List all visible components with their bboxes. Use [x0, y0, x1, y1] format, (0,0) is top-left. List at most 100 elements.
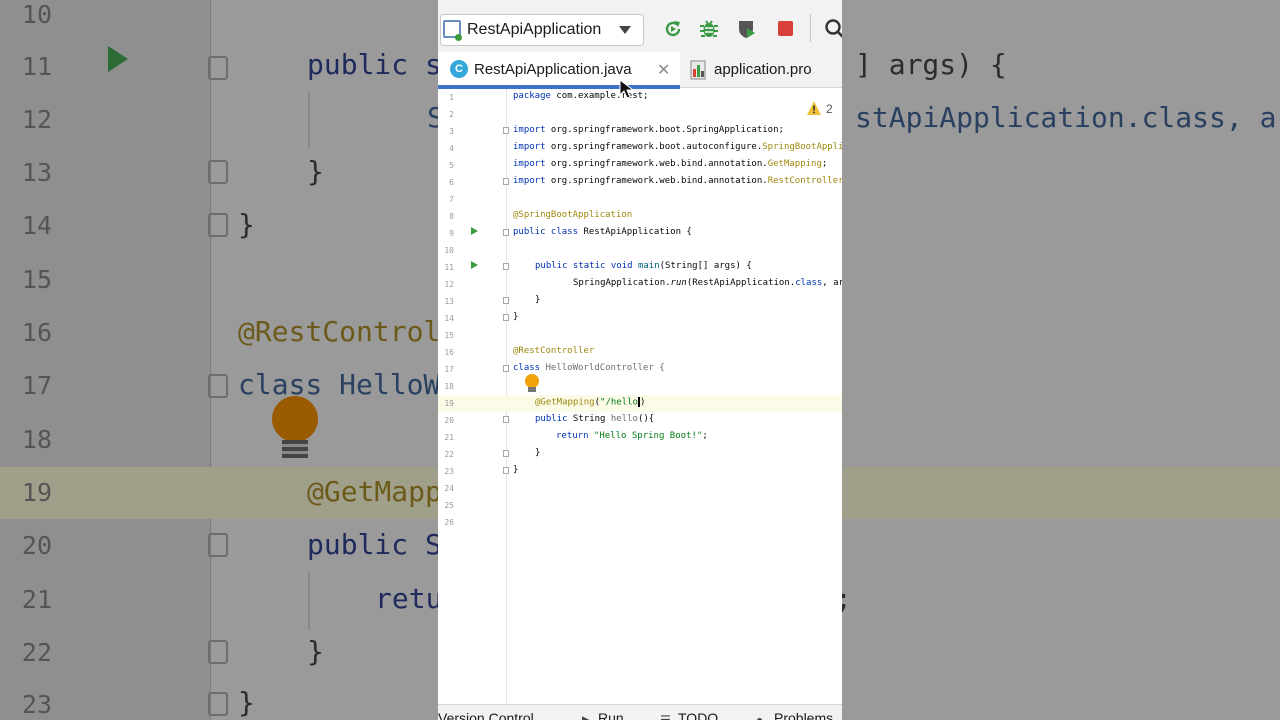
- code-text: import org.springframework.boot.SpringAp…: [513, 125, 784, 135]
- tab-application-properties[interactable]: application.pro: [686, 52, 842, 88]
- bg-line-number: 11: [21, 52, 52, 81]
- code-text: }: [513, 465, 519, 475]
- bg-line-number: 15: [21, 265, 52, 294]
- line-number: 12: [444, 280, 454, 289]
- code-text: }: [535, 295, 541, 305]
- problems-tab[interactable]: Problems: [774, 710, 833, 720]
- fold-marker-icon: [208, 374, 228, 398]
- java-class-icon: C: [450, 60, 468, 78]
- bg-line-number: 18: [21, 425, 52, 454]
- code-text: class HelloWorldController {: [513, 363, 665, 373]
- bg-code-line: retu: [375, 582, 443, 615]
- run-tab[interactable]: Run: [598, 710, 624, 720]
- run-configuration-label: RestApiApplication: [467, 21, 602, 38]
- code-text: @SpringBootApplication: [513, 210, 633, 220]
- bg-line-number: 23: [21, 690, 52, 719]
- run-gutter-icon[interactable]: [471, 261, 478, 269]
- fold-marker-icon[interactable]: [503, 127, 509, 134]
- version-control-tab[interactable]: Version Control: [438, 710, 534, 720]
- code-line: 9 public class RestApiApplication {: [438, 225, 842, 242]
- run-gutter-icon[interactable]: [471, 227, 478, 235]
- bg-line-number: 10: [21, 0, 52, 29]
- fold-marker-icon[interactable]: [503, 467, 509, 474]
- tab-label: application.pro: [714, 61, 812, 78]
- line-number: 24: [444, 484, 454, 493]
- code-line: 25: [438, 497, 842, 514]
- fold-marker-icon[interactable]: [503, 314, 509, 321]
- fold-marker-icon[interactable]: [503, 263, 509, 270]
- line-number: 23: [444, 467, 454, 476]
- fold-marker-icon[interactable]: [503, 297, 509, 304]
- bg-code-line: class HelloW: [238, 368, 441, 401]
- line-number: 10: [444, 246, 454, 255]
- line-number: 3: [449, 127, 454, 136]
- properties-file-icon: [690, 60, 706, 80]
- line-number: 5: [449, 161, 454, 170]
- fold-marker-icon[interactable]: [503, 365, 509, 372]
- lightbulb-icon[interactable]: [525, 374, 539, 388]
- mouse-pointer-icon: [619, 79, 635, 99]
- fold-marker-icon: [208, 692, 228, 716]
- fold-marker-icon: [208, 56, 228, 80]
- code-line: 5 import org.springframework.web.bind.ann…: [438, 157, 842, 174]
- bg-line-number: 16: [21, 318, 52, 347]
- line-number: 14: [444, 314, 454, 323]
- code-line: 8 @SpringBootApplication: [438, 208, 842, 225]
- bg-line-number: 20: [21, 531, 52, 560]
- fold-marker-icon: [208, 533, 228, 557]
- run-configuration-select[interactable]: RestApiApplication: [440, 14, 644, 46]
- close-icon[interactable]: ✕: [657, 60, 670, 80]
- tab-restapiapplication-java[interactable]: C RestApiApplication.java ✕: [438, 52, 680, 89]
- code-line: 2: [438, 106, 842, 123]
- code-text: import org.springframework.boot.autoconf…: [513, 142, 842, 152]
- code-text: }: [535, 448, 541, 458]
- fold-marker-icon[interactable]: [503, 178, 509, 185]
- line-number: 8: [449, 212, 454, 221]
- code-line: 26: [438, 514, 842, 531]
- code-text: return "Hello Spring Boot!";: [556, 431, 708, 441]
- code-line: 24: [438, 480, 842, 497]
- bg-line-number: 21: [21, 585, 52, 614]
- lightbulb-base: [282, 440, 308, 458]
- lightbulb-base: [528, 387, 536, 392]
- warning-icon[interactable]: [806, 100, 822, 116]
- bg-gutter-divider: [210, 0, 211, 720]
- rerun-icon[interactable]: [662, 18, 684, 40]
- code-line: 15: [438, 327, 842, 344]
- code-text: @RestController: [513, 346, 595, 356]
- debug-icon[interactable]: [698, 18, 720, 40]
- warning-count[interactable]: 2: [826, 102, 833, 116]
- bg-line-number: 14: [21, 211, 52, 240]
- todo-icon: ☰: [660, 713, 671, 720]
- code-line-current: 19 @GetMapping("/hello): [438, 395, 842, 412]
- fold-marker-icon: [208, 213, 228, 237]
- fold-marker-icon[interactable]: [503, 229, 509, 236]
- fold-marker-icon[interactable]: [503, 416, 509, 423]
- line-number: 11: [444, 263, 454, 272]
- coverage-icon[interactable]: [736, 18, 758, 40]
- search-icon[interactable]: [824, 18, 842, 40]
- line-number: 6: [449, 178, 454, 187]
- fold-marker-icon[interactable]: [503, 450, 509, 457]
- code-line: 17 class HelloWorldController {: [438, 361, 842, 378]
- code-line: 10: [438, 242, 842, 259]
- code-editor[interactable]: 1 package com.example.rest; 2 3 import org…: [438, 89, 842, 704]
- bg-line-number: 22: [21, 638, 52, 667]
- stop-icon[interactable]: [778, 21, 793, 36]
- code-text: public class RestApiApplication {: [513, 227, 692, 237]
- line-number: 19: [444, 399, 454, 408]
- line-number: 13: [444, 297, 454, 306]
- code-line: 12 SpringApplication.run(RestApiApplicati…: [438, 276, 842, 293]
- bg-line-number: 12: [21, 105, 52, 134]
- ide-window: RestApiApplication C RestApiApplication.…: [438, 0, 842, 720]
- code-line: 18: [438, 378, 842, 395]
- lightbulb-icon: [272, 396, 318, 442]
- bg-code-line: }: [238, 686, 255, 719]
- todo-tab[interactable]: TODO: [678, 710, 718, 720]
- line-number: 25: [444, 501, 454, 510]
- line-number: 26: [444, 518, 454, 527]
- line-number: 4: [449, 144, 454, 153]
- bg-code-line: @RestControl: [238, 315, 441, 348]
- code-text: public String hello(){: [535, 414, 655, 424]
- toolbar-divider: [810, 14, 811, 42]
